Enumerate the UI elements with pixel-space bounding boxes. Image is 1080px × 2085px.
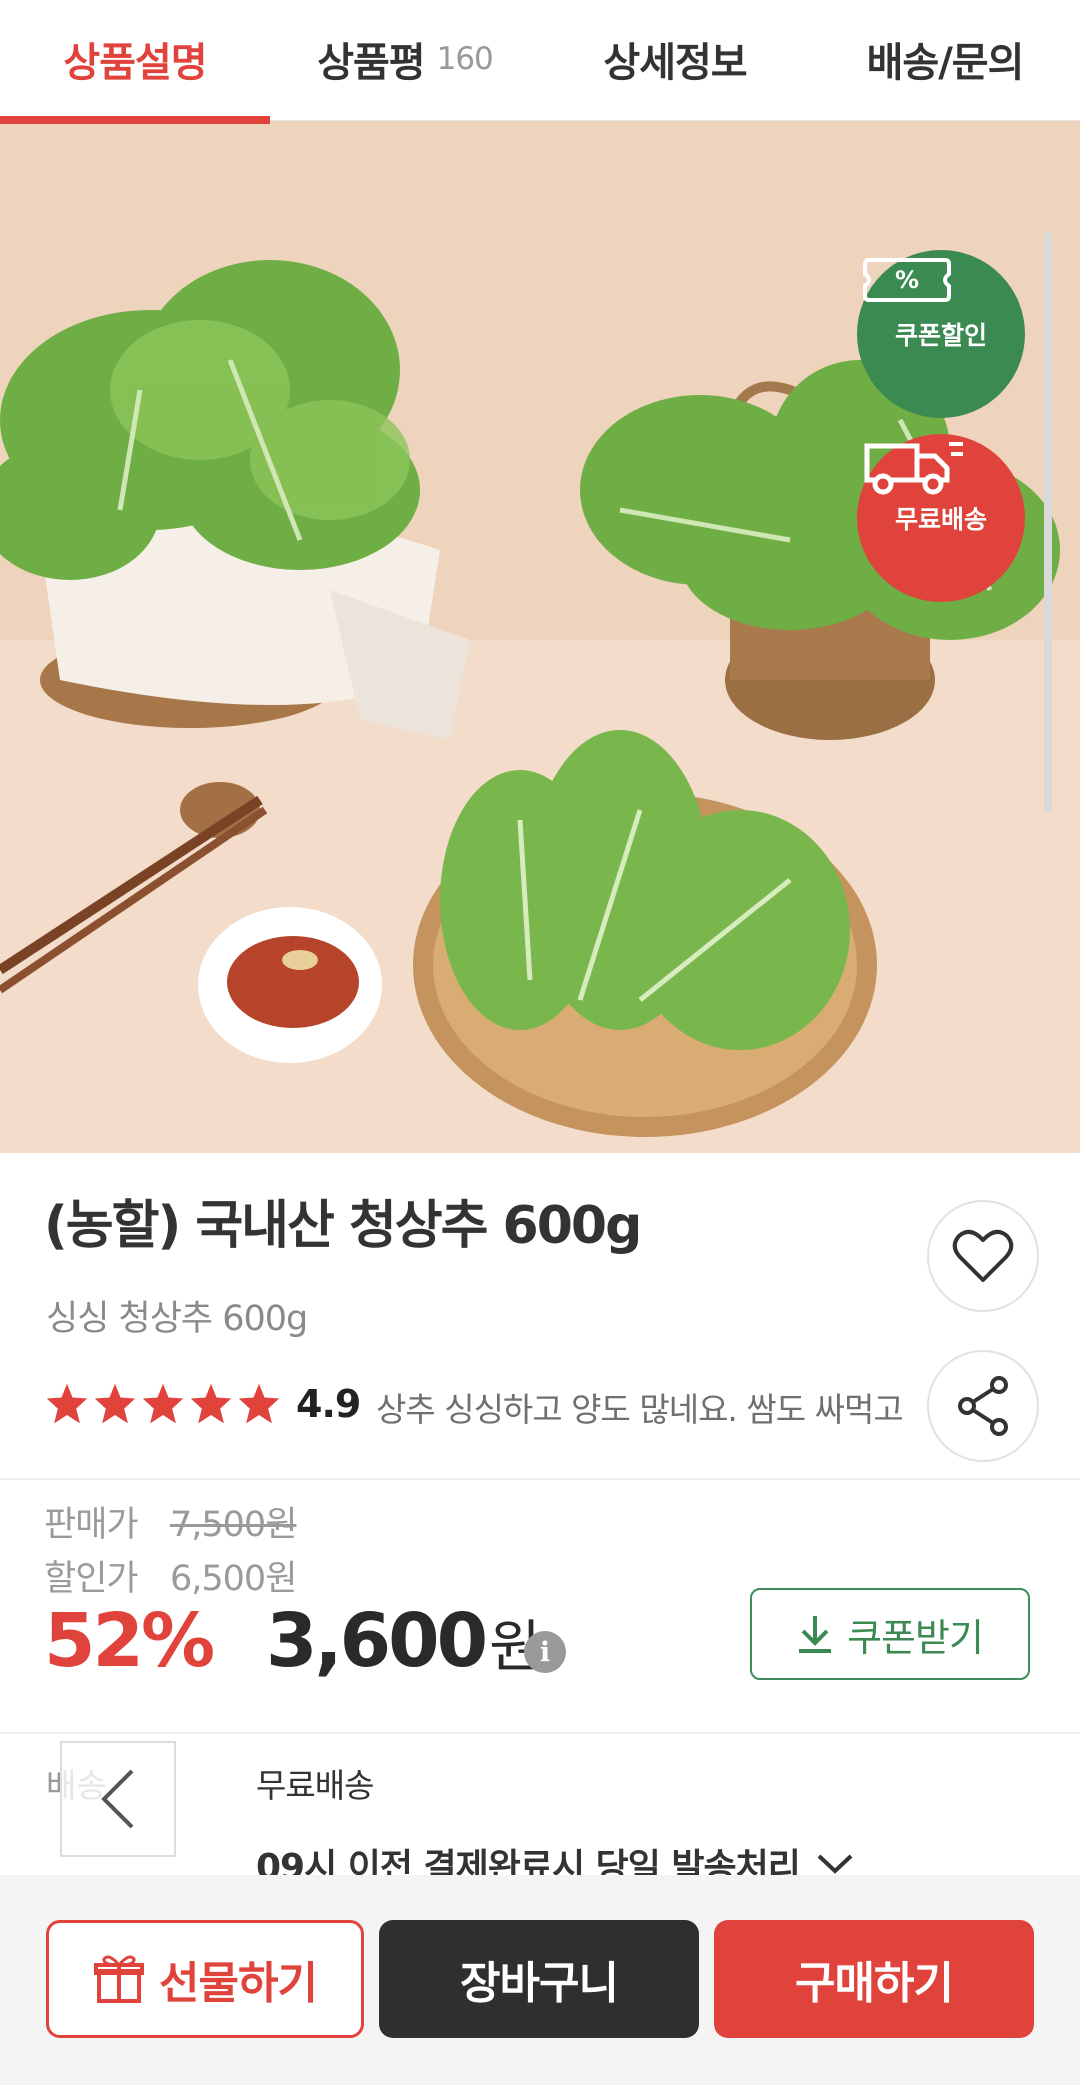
discount-rate: 52% [44, 1598, 215, 1684]
tab-description-label: 상품설명 [63, 40, 207, 86]
final-price: 3,600원 [266, 1598, 541, 1684]
tab-bar: 상품설명 상품평 160 상세정보 배송/문의 [0, 0, 1080, 124]
sale-price-value: 7,500원 [170, 1505, 297, 1545]
buy-now-button[interactable]: 구매하기 [714, 1920, 1034, 2038]
discount-price-label: 할인가 [44, 1559, 139, 1599]
star-icon [190, 1383, 232, 1424]
scrollbar[interactable] [1044, 232, 1052, 812]
sale-price-row: 판매가 7,500원 [44, 1496, 297, 1547]
coupon-icon: % [863, 258, 951, 302]
chevron-left-icon [101, 1769, 134, 1829]
gift-icon [94, 1955, 145, 2003]
share-icon [958, 1376, 1008, 1436]
info-icon[interactable]: i [524, 1631, 566, 1673]
gift-button-label: 선물하기 [159, 1958, 318, 2009]
product-subtitle: 싱싱 청상추 600g [46, 1299, 308, 1339]
bottom-action-bar: 선물하기 장바구니 구매하기 [0, 1875, 1080, 2085]
share-button[interactable] [927, 1350, 1039, 1462]
tab-reviews[interactable]: 상품평 160 [270, 0, 540, 118]
add-to-cart-button[interactable]: 장바구니 [379, 1920, 699, 2038]
download-icon [799, 1616, 832, 1653]
wishlist-button[interactable] [927, 1200, 1039, 1312]
active-tab-indicator [0, 116, 270, 124]
free-shipping-badge[interactable]: 무료배송 [857, 434, 1025, 602]
coupon-discount-badge[interactable]: % 쿠폰할인 [857, 250, 1025, 418]
divider [0, 1478, 1080, 1480]
star-icon [142, 1383, 184, 1424]
heart-icon [952, 1229, 1014, 1282]
free-shipping-badge-label: 무료배송 [894, 505, 987, 534]
divider [0, 1732, 1080, 1734]
review-snippet[interactable]: 상추 싱싱하고 양도 많네요. 쌈도 싸먹고 [376, 1383, 902, 1431]
gift-button[interactable]: 선물하기 [46, 1920, 364, 2038]
star-rating [44, 1381, 282, 1427]
product-image-carousel[interactable]: % 쿠폰할인 무료배송 [0, 120, 1080, 1153]
tab-reviews-count: 160 [436, 41, 494, 77]
coupon-badge-label: 쿠폰할인 [894, 321, 987, 350]
chevron-down-icon [817, 1854, 853, 1874]
tab-shipping-label: 배송/문의 [866, 40, 1025, 86]
get-coupon-label: 쿠폰받기 [847, 1615, 984, 1660]
rating-value: 4.9 [296, 1382, 361, 1426]
star-icon [238, 1383, 280, 1424]
star-icon [94, 1383, 136, 1424]
tab-reviews-label: 상품평 [317, 40, 425, 86]
back-button[interactable] [60, 1741, 176, 1857]
discount-price-value: 6,500원 [170, 1559, 297, 1599]
tab-description[interactable]: 상품설명 [0, 0, 270, 118]
product-title: (농할) 국내산 청상추 600g [44, 1196, 642, 1256]
cart-button-label: 장바구니 [460, 1958, 619, 2009]
star-icon [46, 1383, 88, 1424]
buy-button-label: 구매하기 [795, 1958, 954, 2009]
tab-details[interactable]: 상세정보 [540, 0, 810, 118]
coupon-badge-symbol: % [895, 266, 919, 294]
tab-shipping-inquiry[interactable]: 배송/문의 [810, 0, 1080, 118]
sale-price-label: 판매가 [44, 1505, 139, 1545]
get-coupon-button[interactable]: 쿠폰받기 [750, 1588, 1030, 1680]
truck-icon [864, 442, 963, 495]
shipping-value: 무료배송 [256, 1766, 374, 1805]
discount-price-row: 할인가 6,500원 [44, 1550, 297, 1601]
rating-row[interactable]: 4.9 [44, 1376, 361, 1432]
tab-details-label: 상세정보 [603, 40, 747, 86]
final-price-amount: 3,600 [266, 1598, 488, 1684]
